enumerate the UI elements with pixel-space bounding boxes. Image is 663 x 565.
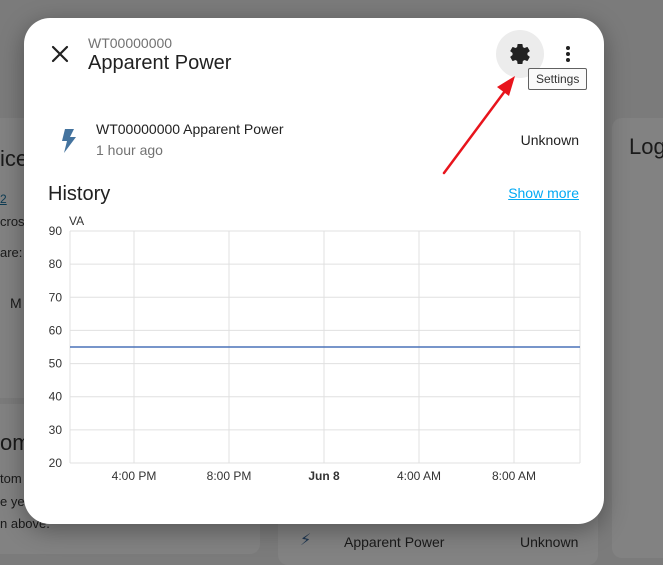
bg-fragment: 2: [0, 192, 7, 206]
y-tick-label: 20: [49, 456, 63, 470]
more-vert-icon: [566, 46, 570, 62]
x-tick-label: Jun 8: [308, 469, 340, 483]
bg-logbook-title: Log: [629, 134, 663, 159]
x-tick-label: 8:00 PM: [207, 469, 252, 483]
show-more-link[interactable]: Show more: [508, 185, 579, 201]
x-tick-label: 4:00 AM: [397, 469, 441, 483]
entity-state: Unknown: [520, 132, 579, 148]
y-tick-label: 80: [49, 257, 63, 271]
x-tick-label: 8:00 AM: [492, 469, 536, 483]
y-tick-label: 70: [49, 290, 63, 304]
more-info-dialog: WT00000000 Apparent Power Settings WT000…: [24, 18, 604, 524]
lightning-bolt-icon: [62, 129, 76, 153]
settings-tooltip: Settings: [528, 68, 588, 90]
y-tick-label: 30: [49, 423, 63, 437]
y-tick-label: 60: [49, 323, 63, 337]
bg-fragment: tom: [0, 471, 22, 486]
more-options-button[interactable]: [554, 38, 582, 70]
close-button[interactable]: [46, 40, 74, 68]
background-card-right: [612, 118, 663, 558]
history-chart[interactable]: 20 30 40 50 60 70 80 90 4:00 PM 8:00 PM Jun 8 4:00 …: [24, 214, 604, 504]
dialog-subtitle: WT00000000: [88, 35, 173, 51]
y-axis-label: VA: [69, 214, 84, 228]
y-tick-label: 90: [49, 224, 63, 238]
bg-fragment: M: [10, 295, 22, 311]
entity-last-changed: 1 hour ago: [96, 142, 163, 158]
bg-fragment: are:: [0, 245, 23, 260]
y-tick-label: 40: [49, 390, 63, 404]
bg-row-icon: ⚡: [300, 532, 312, 549]
bg-row-state: Unknown: [520, 534, 579, 550]
gear-icon: [510, 44, 530, 64]
dialog-title: Apparent Power: [88, 52, 232, 74]
x-tick-label: 4:00 PM: [112, 469, 157, 483]
y-tick-label: 50: [49, 357, 63, 371]
bg-row-name: Apparent Power: [344, 534, 445, 550]
close-icon: [51, 45, 69, 63]
entity-name: WT00000000 Apparent Power: [96, 121, 284, 137]
history-title: History: [48, 183, 111, 205]
